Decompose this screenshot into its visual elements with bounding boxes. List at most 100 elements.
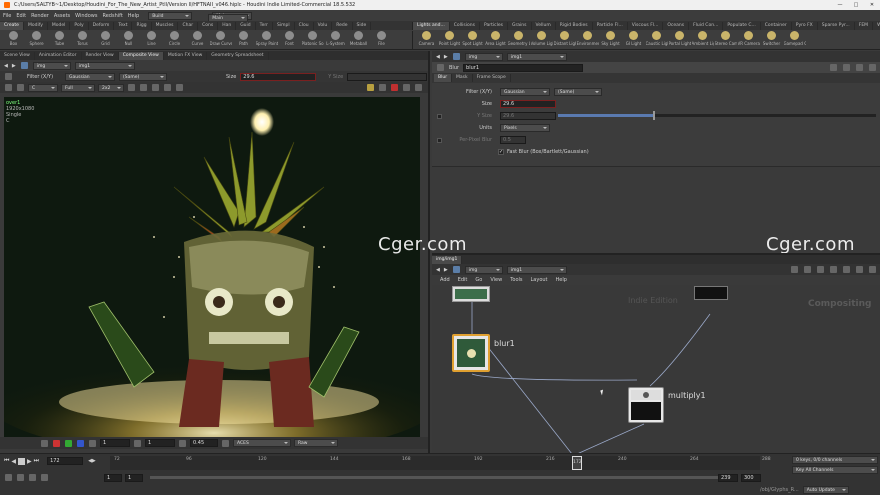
shelf-tool-switcher[interactable]: Switcher	[760, 30, 783, 49]
stop-icon[interactable]	[18, 457, 26, 465]
contrast-icon[interactable]	[134, 439, 141, 447]
help-icon[interactable]	[843, 64, 850, 71]
net-path-img[interactable]: img	[464, 265, 503, 274]
blue-channel-icon[interactable]	[77, 439, 84, 447]
shelf-tab-poly[interactable]: Poly	[70, 21, 89, 30]
shelf-tool-spray-paint[interactable]: Spray Paint	[255, 30, 278, 49]
tab-mask[interactable]: Mask	[452, 74, 473, 82]
shelf-tool-sphere[interactable]: Sphere	[25, 30, 48, 49]
shelf-tab-populate-c[interactable]: Populate C...	[723, 21, 761, 30]
shelf-tab-rigid-bodies[interactable]: Rigid Bodies	[556, 21, 593, 30]
shelf-tab-rede[interactable]: Rede	[332, 21, 353, 30]
tab-frame-scope[interactable]: Frame Scope	[473, 74, 511, 82]
snapshot-icon[interactable]	[367, 84, 374, 91]
shelf-tab-particle-fl[interactable]: Particle Fl...	[593, 21, 628, 30]
shelf-tab-oceans[interactable]: Oceans	[663, 21, 690, 30]
current-frame-field[interactable]: 172	[47, 457, 84, 465]
shelf-tool-grid[interactable]: Grid	[94, 30, 117, 49]
display-icon-4[interactable]	[164, 84, 171, 91]
jump-end-icon[interactable]: ⏭	[34, 457, 39, 465]
auto-update-dropdown[interactable]: Auto Update	[802, 485, 849, 494]
frame-field-2[interactable]: 1	[145, 439, 175, 447]
lut-icon[interactable]	[222, 439, 229, 447]
ysize-field[interactable]	[347, 72, 428, 81]
net-tool-icon-3[interactable]	[817, 266, 824, 273]
shelf-tool-volume-light[interactable]: Volume Light	[530, 30, 553, 49]
net-menu-go[interactable]: Go	[475, 277, 482, 283]
net-menu-layout[interactable]: Layout	[531, 277, 548, 283]
net-menu-add[interactable]: Add	[440, 277, 450, 283]
shelf-tool-box[interactable]: Box	[2, 30, 25, 49]
shelf-tool-distant-light[interactable]: Distant Light	[553, 30, 576, 49]
param-filter-dropdown[interactable]: Gaussian	[500, 88, 550, 96]
param-lock-icon[interactable]	[856, 64, 863, 71]
shelf-tool-point-light[interactable]: Point Light	[438, 30, 461, 49]
layer-icon[interactable]	[5, 84, 12, 91]
visible-icon[interactable]	[17, 84, 24, 91]
display-icon-2[interactable]	[140, 84, 147, 91]
shelf-tool-platonic-solids[interactable]: Platonic Solids	[301, 30, 324, 49]
shelf-tool-line[interactable]: Line	[140, 30, 163, 49]
range-slider[interactable]	[150, 476, 718, 479]
fastblur-checkbox[interactable]: ✓	[498, 149, 504, 155]
node-name-field[interactable]: blur1	[463, 63, 584, 72]
shelf-tool-circle[interactable]: Circle	[163, 30, 186, 49]
param-path-img1[interactable]: img1	[506, 52, 567, 61]
keys-channels-dropdown[interactable]: 0 keys, 0/0 channels	[792, 456, 878, 464]
end-frame-field-2[interactable]: 300	[741, 473, 761, 482]
bg-icon[interactable]	[41, 439, 48, 447]
frame-field[interactable]: 1	[100, 439, 130, 447]
shelf-tab-container[interactable]: Container	[761, 21, 792, 30]
sampling-dropdown[interactable]: 2x2	[98, 83, 124, 92]
param-size-slider[interactable]	[558, 111, 876, 120]
filter-dropdown[interactable]: Gaussian	[65, 72, 115, 81]
realtime-icon[interactable]	[5, 474, 12, 481]
shelf-tool-vr-camera[interactable]: VR Camera	[737, 30, 760, 49]
menu-assets[interactable]: Assets	[54, 13, 70, 19]
gear-icon[interactable]	[830, 64, 837, 71]
net-back-icon[interactable]: ◀	[436, 267, 440, 273]
net-tool-icon-1[interactable]	[791, 266, 798, 273]
top-node[interactable]	[694, 286, 728, 300]
menu-windows[interactable]: Windows	[75, 13, 97, 19]
shelf-tool-sky-light[interactable]: Sky Light	[599, 30, 622, 49]
shelf-tab-vellum[interactable]: Vellum	[532, 21, 556, 30]
tab-composite-view[interactable]: Composite View	[118, 51, 164, 60]
shelf-tab-lights-and[interactable]: Lights and...	[413, 21, 450, 30]
shelf-tab-simpl[interactable]: Simpl	[273, 21, 295, 30]
end-frame-field[interactable]: 239	[718, 473, 738, 482]
shelf-tab-terr[interactable]: Terr	[256, 21, 274, 30]
multiply-node[interactable]	[628, 387, 664, 423]
shelf-tab-collisions[interactable]: Collisions	[450, 21, 480, 30]
shelf-tab-particles[interactable]: Particles	[480, 21, 508, 30]
shelf-tool-spot-light[interactable]: Spot Light	[461, 30, 484, 49]
menu-edit[interactable]: Edit	[16, 13, 26, 19]
net-tool-icon-7[interactable]	[869, 266, 876, 273]
key-all-dropdown[interactable]: Key All Channels	[792, 466, 878, 474]
close-icon[interactable]: ✕	[864, 2, 880, 8]
sound-icon[interactable]	[29, 474, 36, 481]
net-tool-icon-2[interactable]	[804, 266, 811, 273]
shelf-tab-deform[interactable]: Deform	[89, 21, 115, 30]
tab-motion-fx-view[interactable]: Motion FX View	[164, 51, 208, 60]
shelf-tab-volu[interactable]: Volu	[314, 21, 333, 30]
shelf-tool-file[interactable]: File	[370, 30, 393, 49]
lut-dropdown[interactable]: ACES	[233, 439, 291, 447]
shelf-tool-null[interactable]: Null	[117, 30, 140, 49]
path-img1[interactable]: img1	[74, 61, 135, 70]
shelf-tab-muscles[interactable]: Muscles	[152, 21, 179, 30]
forward-arrow-icon[interactable]: ▶	[12, 63, 16, 69]
shelf-tool-environment-light[interactable]: Environment Light	[576, 30, 599, 49]
param-ysize-field[interactable]: 29.6	[500, 112, 556, 120]
minimize-icon[interactable]: —	[832, 2, 848, 8]
shelf-tab-pyro-fx[interactable]: Pyro FX	[792, 21, 818, 30]
shelf-tab-viscous-fl[interactable]: Viscous Fl...	[628, 21, 664, 30]
param-perpixel-field[interactable]: 0.5	[500, 136, 526, 144]
shelf-tool-geometry-light[interactable]: Geometry Light	[507, 30, 530, 49]
network-canvas[interactable]: Indie Edition Compositing blur1 multiply…	[432, 286, 880, 455]
net-menu-tools[interactable]: Tools	[510, 277, 522, 283]
tab-geometry-spreadsheet[interactable]: Geometry Spreadsheet	[207, 51, 269, 60]
param-path-img[interactable]: img	[464, 52, 503, 61]
shelf-tool-gamepad-camera[interactable]: Gamepad Camera	[783, 30, 806, 49]
tab-animation-editor[interactable]: Animation Editor	[35, 51, 82, 60]
